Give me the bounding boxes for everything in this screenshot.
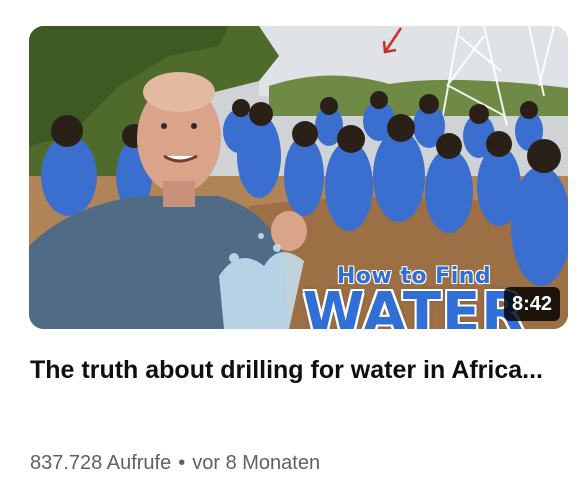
metadata-separator: • bbox=[178, 452, 186, 474]
duration-badge: 8:42 bbox=[503, 287, 560, 321]
upload-age: vor 8 Monaten bbox=[192, 452, 321, 474]
thumbnail-image bbox=[29, 26, 568, 329]
video-card[interactable]: How to Find WATER 8:42 The truth about d… bbox=[0, 0, 582, 504]
video-title[interactable]: The truth about drilling for water in Af… bbox=[30, 352, 550, 388]
video-thumbnail[interactable]: How to Find WATER 8:42 bbox=[29, 26, 568, 329]
view-count: 837.728 Aufrufe bbox=[30, 452, 172, 474]
video-metadata: 837.728 Aufrufe • vor 8 Monaten bbox=[30, 451, 320, 475]
